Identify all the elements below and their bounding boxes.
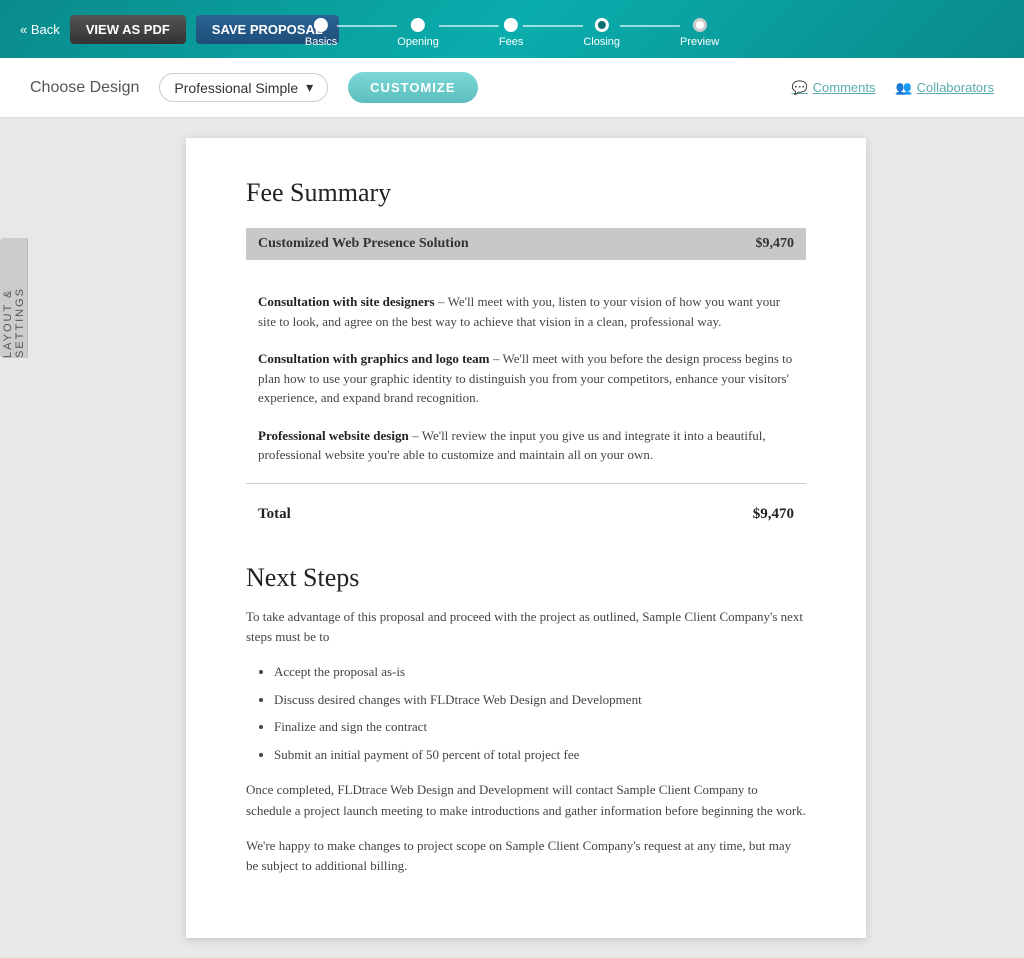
step-label-closing: Closing	[583, 36, 620, 48]
view-pdf-button[interactable]: VIEW AS PDF	[70, 15, 186, 44]
fee-item-3-title: Professional website design	[258, 428, 409, 443]
next-steps-intro: To take advantage of this proposal and p…	[246, 607, 806, 649]
fee-item-1: Consultation with site designers – We'll…	[246, 280, 806, 337]
fee-table-header-row: Customized Web Presence Solution $9,470	[246, 228, 806, 260]
customize-button[interactable]: CUSTOMIZE	[348, 72, 477, 103]
package-price-cell: $9,470	[688, 228, 806, 260]
step-label-basics: Basics	[305, 36, 337, 48]
design-selected-label: Professional Simple	[174, 80, 298, 96]
step-preview[interactable]: Preview	[680, 18, 719, 48]
step-dot-preview	[693, 18, 707, 32]
steps-container: Basics Opening Fees Closing Preview	[305, 10, 719, 48]
step-label-preview: Preview	[680, 36, 719, 48]
progress-steps: Basics Opening Fees Closing Preview	[305, 10, 719, 48]
step-opening[interactable]: Opening	[397, 18, 439, 48]
top-bar-left: « Back VIEW AS PDF SAVE PROPOSAL	[20, 15, 339, 44]
step-fees[interactable]: Fees	[499, 18, 523, 48]
fee-summary-heading: Fee Summary	[246, 178, 806, 208]
fee-divider	[246, 483, 806, 484]
fee-item-1-title: Consultation with site designers	[258, 294, 435, 309]
collaborators-link[interactable]: 👥 Collaborators	[895, 80, 994, 96]
layout-settings-tab[interactable]: LAYOUT & SETTINGS	[0, 238, 28, 358]
choose-design-title: Choose Design	[30, 79, 139, 97]
step-connector-1	[337, 25, 397, 27]
sub-header-right: 💬 Comments 👥 Collaborators	[791, 80, 994, 96]
top-bar: « Back VIEW AS PDF SAVE PROPOSAL Basics …	[0, 0, 1024, 58]
step-basics[interactable]: Basics	[305, 18, 337, 48]
step-dot-fees	[504, 18, 518, 32]
comments-label: Comments	[813, 80, 876, 95]
step-label-fees: Fees	[499, 36, 523, 48]
comment-icon: 💬	[791, 80, 807, 96]
next-steps-outro1: Once completed, FLDtrace Web Design and …	[246, 780, 806, 822]
step-dot-basics	[314, 18, 328, 32]
design-dropdown[interactable]: Professional Simple ▾	[159, 73, 328, 102]
fee-item-2: Consultation with graphics and logo team…	[246, 337, 806, 414]
step-connector-3	[523, 25, 583, 27]
list-item: Submit an initial payment of 50 percent …	[274, 745, 806, 765]
document-page: Fee Summary Customized Web Presence Solu…	[186, 138, 866, 938]
step-dot-opening	[411, 18, 425, 32]
comments-link[interactable]: 💬 Comments	[791, 80, 875, 96]
step-connector-2	[439, 25, 499, 27]
total-label: Total	[258, 506, 291, 523]
total-row: Total $9,470	[246, 496, 806, 533]
list-item: Discuss desired changes with FLDtrace We…	[274, 690, 806, 710]
sidebar-tab-label: LAYOUT & SETTINGS	[2, 238, 26, 358]
content-wrapper: Fee Summary Customized Web Presence Solu…	[28, 118, 1024, 958]
collaborators-label: Collaborators	[917, 80, 994, 95]
sub-header: Choose Design Professional Simple ▾ CUST…	[0, 58, 1024, 118]
list-item: Finalize and sign the contract	[274, 717, 806, 737]
collaborators-icon: 👥	[895, 80, 911, 96]
next-steps-outro2: We're happy to make changes to project s…	[246, 836, 806, 878]
back-link[interactable]: « Back	[20, 22, 60, 37]
steps-list: Accept the proposal as-is Discuss desire…	[246, 662, 806, 764]
next-steps-heading: Next Steps	[246, 563, 806, 593]
step-label-opening: Opening	[397, 36, 439, 48]
main-area: LAYOUT & SETTINGS Fee Summary Customized…	[0, 118, 1024, 958]
step-connector-4	[620, 25, 680, 27]
list-item: Accept the proposal as-is	[274, 662, 806, 682]
fee-item-2-title: Consultation with graphics and logo team	[258, 351, 490, 366]
package-name-cell: Customized Web Presence Solution	[246, 228, 688, 260]
step-closing[interactable]: Closing	[583, 18, 620, 48]
fee-item-3: Professional website design – We'll revi…	[246, 414, 806, 471]
dropdown-arrow-icon: ▾	[306, 79, 313, 96]
total-value: $9,470	[753, 506, 794, 523]
fee-table: Customized Web Presence Solution $9,470	[246, 228, 806, 260]
step-dot-closing	[595, 18, 609, 32]
